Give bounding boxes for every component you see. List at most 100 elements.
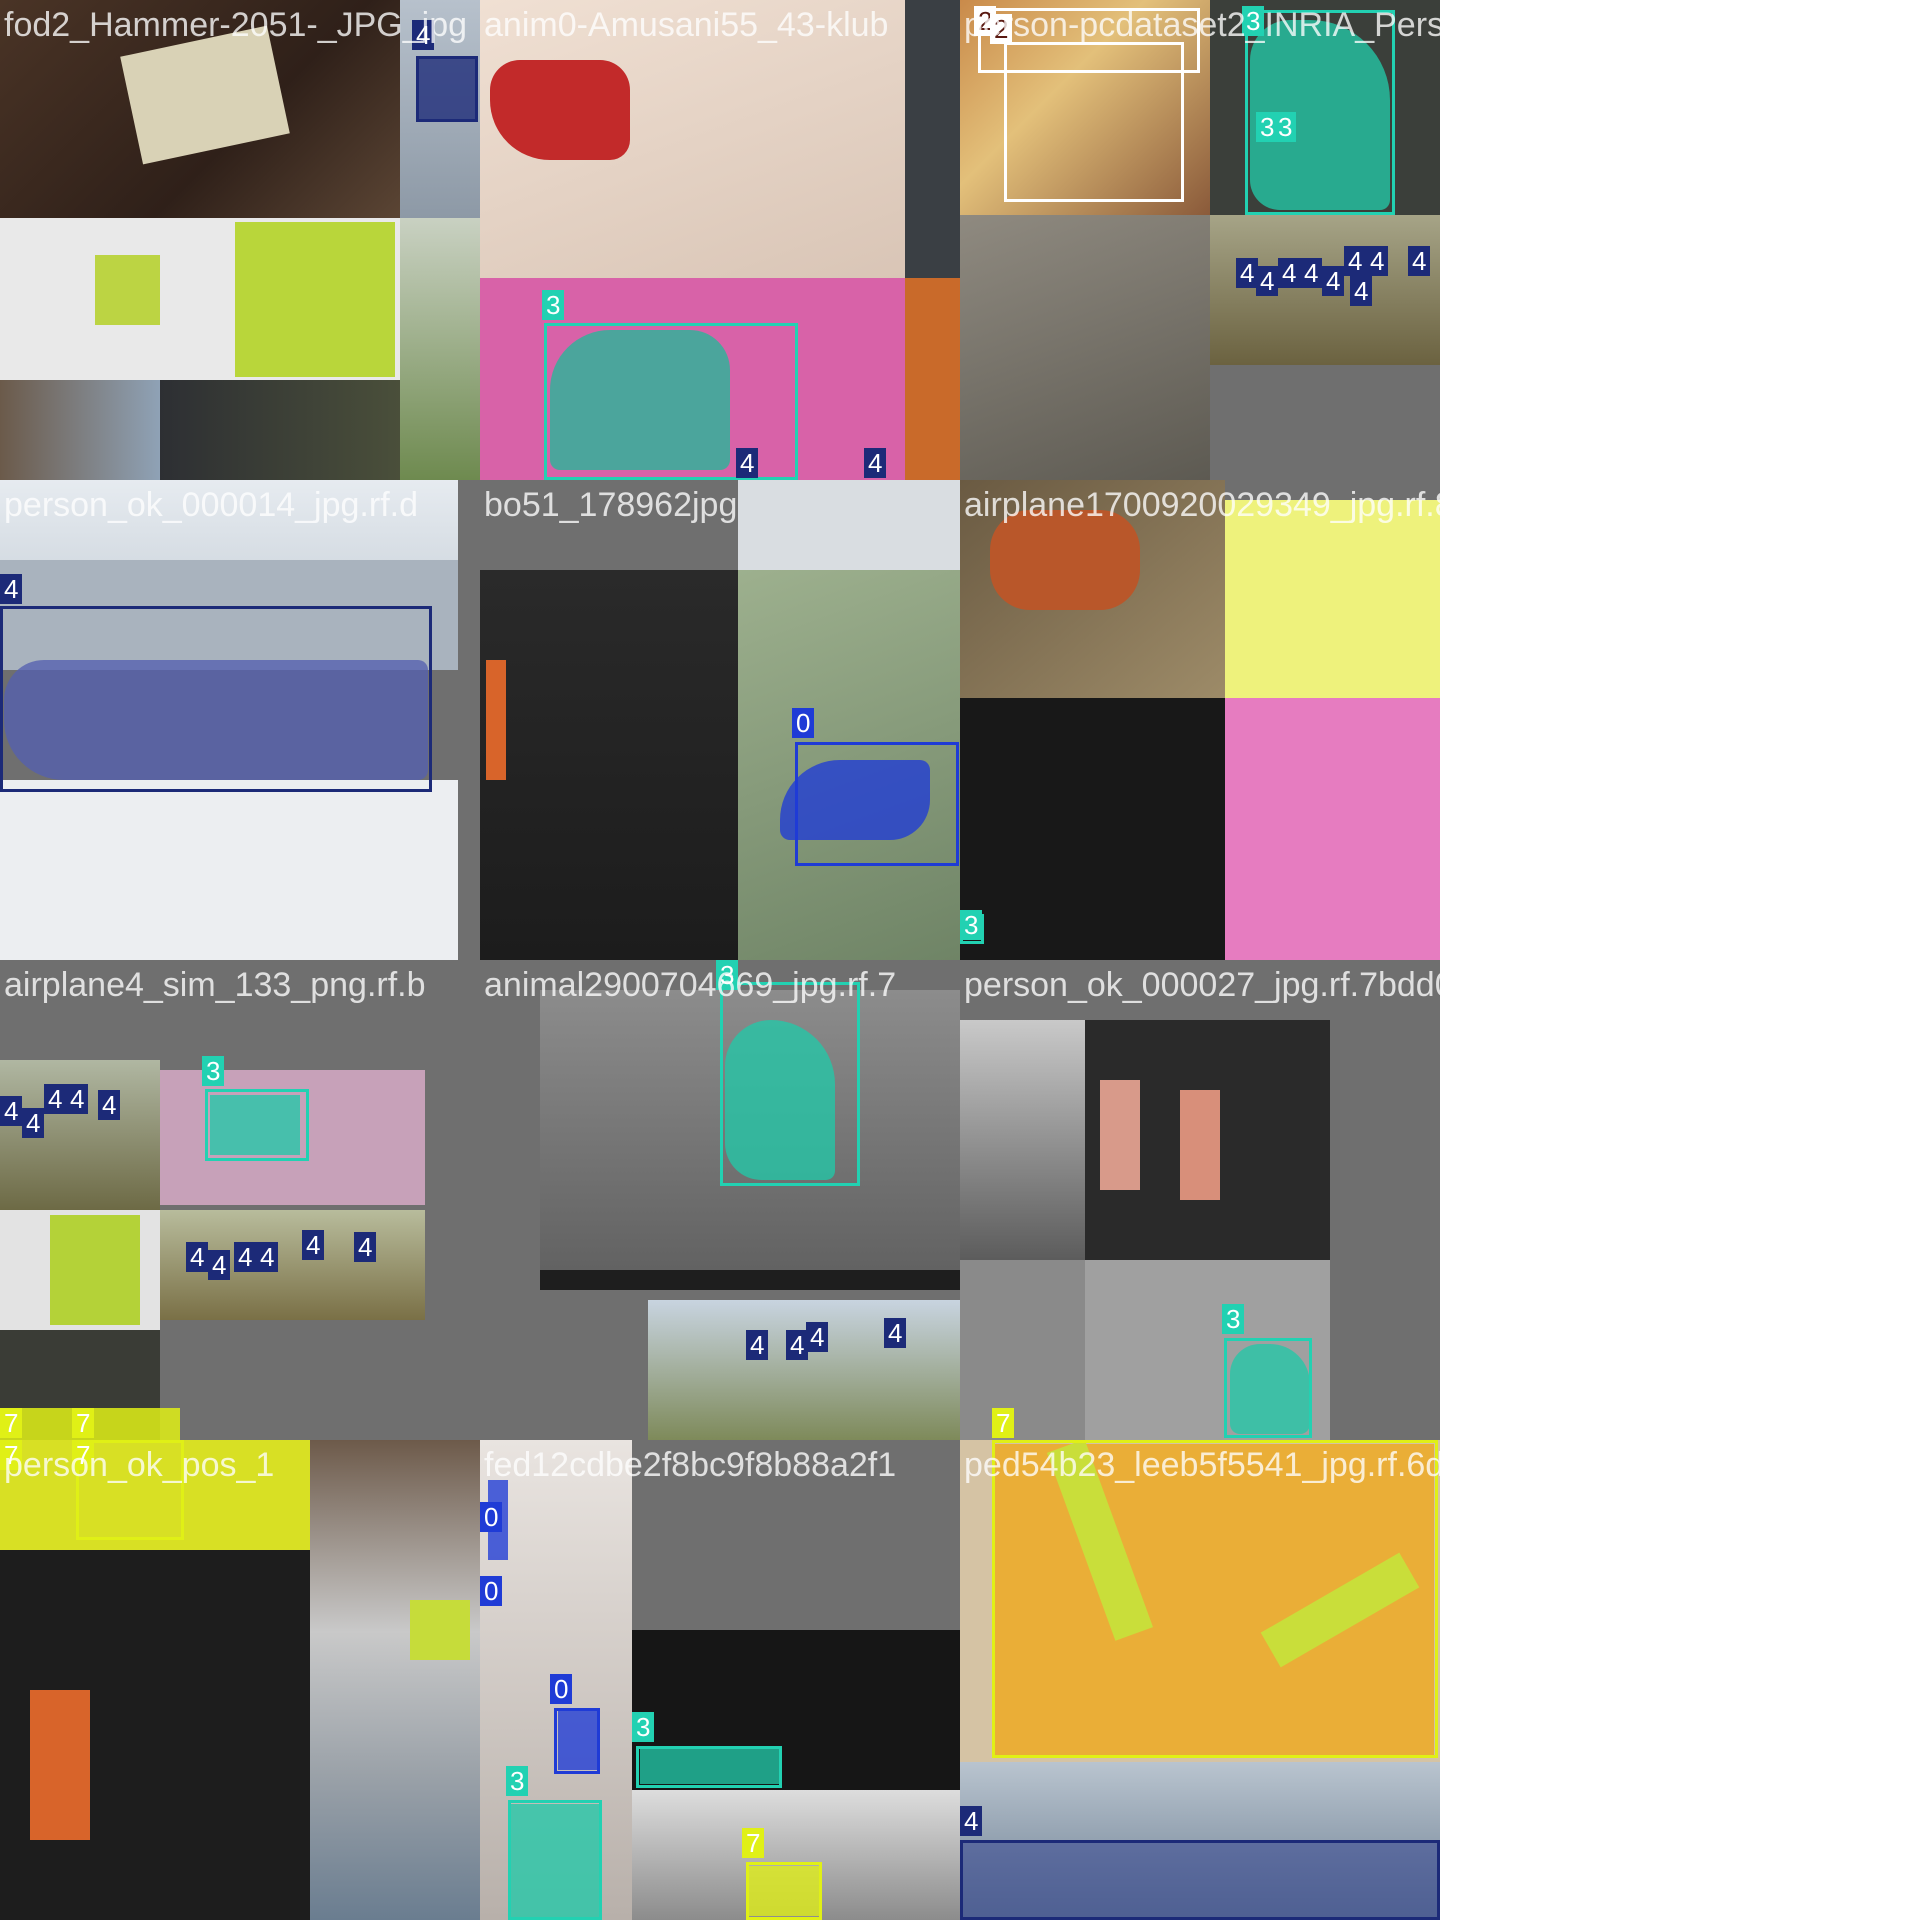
detection-7-label-b: 7 bbox=[72, 1440, 95, 1470]
detection-4-label-a: 4 bbox=[746, 1330, 769, 1360]
tile-9: 3 4 4 4 4 4 4 4 4 4 4 4 7 7 airplane4_si… bbox=[0, 960, 480, 1440]
photo-orange-vest-worker bbox=[486, 660, 506, 780]
photo-right-gray bbox=[458, 480, 480, 960]
tile-caption: bo51_178962jpg bbox=[484, 486, 738, 524]
detection-4-label-a: 4 bbox=[736, 448, 759, 478]
detection-0-label-a: 0 bbox=[480, 1502, 503, 1532]
detection-0-label: 0 bbox=[792, 708, 815, 738]
tile-14: 0 0 0 3 3 7 fed12cdbe2f8bc9f8b88a2f1 bbox=[480, 1440, 960, 1920]
tile-13: 7 7 person_ok_pos_1 bbox=[0, 1440, 480, 1920]
photo-vest-right bbox=[410, 1600, 470, 1660]
tile-10: 3 4 4 4 4 animal2900704669_jpg.rf.7 bbox=[480, 960, 960, 1440]
detection-4-label-e: 4 bbox=[98, 1090, 121, 1120]
detection-4-label-j: 4 bbox=[302, 1230, 325, 1260]
photo-worker-orange bbox=[990, 510, 1140, 610]
detection-7-label: 7 bbox=[992, 1408, 1015, 1438]
photo-group-workers bbox=[0, 380, 160, 480]
tile-7: 3 airplane1700920029349_jpg.rf.83a75f0f2… bbox=[960, 480, 1440, 960]
detection-3-label: 3 bbox=[202, 1056, 225, 1086]
detection-4-label-i: 4 bbox=[256, 1242, 279, 1272]
photo-snow-tarmac bbox=[0, 780, 458, 960]
photo-pink-snow bbox=[1225, 698, 1440, 960]
detection-4-label: 4 bbox=[0, 574, 23, 604]
tile-1: 4 fod2_Hammer-2051-_JPG_jpg bbox=[0, 0, 480, 480]
detection-3-box bbox=[1224, 1338, 1312, 1438]
detection-4-label-i: 4 bbox=[1408, 246, 1431, 276]
detection-7-label-a: 7 bbox=[0, 1440, 23, 1470]
photo-vest-yellow-b bbox=[50, 1215, 140, 1325]
detection-0-box bbox=[795, 742, 959, 866]
detection-mosaic: 4 fod2_Hammer-2051-_JPG_jpg 3 4 4 anim0-… bbox=[0, 0, 1920, 1920]
detection-2-box-b bbox=[1004, 42, 1184, 202]
tile-16 bbox=[1440, 1440, 1920, 1920]
detection-4-label-c: 4 bbox=[1278, 258, 1301, 288]
detection-4-label-h: 4 bbox=[1350, 276, 1373, 306]
photo-rebar-bw bbox=[960, 1260, 1085, 1440]
detection-4-label-c: 4 bbox=[806, 1322, 829, 1352]
detection-7-box bbox=[992, 1440, 1438, 1758]
detection-7-label-b: 7 bbox=[72, 1408, 95, 1438]
detection-3-label: 3 bbox=[960, 910, 983, 940]
detection-0-box bbox=[554, 1708, 600, 1774]
detection-4-label-b: 4 bbox=[864, 448, 887, 478]
photo-factory-workers bbox=[480, 570, 738, 960]
detection-0-label-c: 0 bbox=[550, 1674, 573, 1704]
detection-3-box-b bbox=[636, 1746, 782, 1788]
photo-grass bbox=[400, 218, 480, 480]
photo-airfield-c bbox=[648, 1300, 960, 1440]
detection-3-box bbox=[544, 323, 798, 480]
photo-airport-top bbox=[738, 480, 960, 570]
detection-4-box bbox=[960, 1840, 1440, 1920]
detection-4-label-e: 4 bbox=[1322, 266, 1345, 296]
detection-4-box bbox=[0, 606, 432, 792]
photo-helmet-worker bbox=[160, 380, 400, 480]
photo-red-boots bbox=[490, 60, 630, 160]
detection-3-label: 3 bbox=[1222, 1304, 1245, 1334]
tile-8 bbox=[1440, 480, 1920, 960]
detection-4-label-g: 4 bbox=[208, 1250, 231, 1280]
photo-dark-night bbox=[960, 698, 1225, 960]
tile-3: 2 2 3 3 3 4 4 4 4 4 4 4 4 4 person-pcdat… bbox=[960, 0, 1440, 480]
detection-7-label: 7 bbox=[742, 1828, 765, 1858]
tile-15: 4 ped54b23_leeb5f5541_jpg.rf.6d926b68d49… bbox=[960, 1440, 1440, 1920]
detection-3-label-c: 3 bbox=[1274, 112, 1297, 142]
photo-camera-caption-bar bbox=[540, 1270, 960, 1290]
tile-12 bbox=[1440, 960, 1920, 1440]
detection-4-box bbox=[416, 56, 478, 122]
tile-caption: airplane4_sim_133_png.rf.b bbox=[4, 966, 426, 1004]
detection-4-label-d: 4 bbox=[884, 1318, 907, 1348]
tile-6: 0 bo51_178962jpg bbox=[480, 480, 960, 960]
tile-2: 3 4 4 anim0-Amusani55_43-klub bbox=[480, 0, 960, 480]
detection-3-label: 3 bbox=[542, 290, 565, 320]
detection-4-label-a: 4 bbox=[0, 1096, 23, 1126]
detection-3-label: 3 bbox=[716, 960, 739, 990]
photo-right-collage bbox=[310, 1440, 480, 1920]
detection-3-label-a: 3 bbox=[506, 1766, 529, 1796]
detection-3-box-a bbox=[508, 1800, 602, 1920]
photo-worker-vest-pink bbox=[1100, 1080, 1140, 1190]
detection-4-label-h: 4 bbox=[234, 1242, 257, 1272]
tile-4 bbox=[1440, 0, 1920, 480]
photo-yellow-field bbox=[1225, 500, 1440, 698]
detection-4-label: 4 bbox=[960, 1806, 983, 1836]
detection-3-label-a: 3 bbox=[1242, 6, 1265, 36]
photo-orange-vest bbox=[30, 1690, 90, 1840]
photo-worker-vest-pink-b bbox=[1180, 1090, 1220, 1200]
detection-2-label-b: 2 bbox=[990, 14, 1013, 44]
detection-4-label-c: 4 bbox=[44, 1084, 67, 1114]
detection-3-box bbox=[205, 1089, 309, 1161]
detection-3-box bbox=[720, 982, 860, 1186]
detection-4-label-b: 4 bbox=[22, 1108, 45, 1138]
detection-4-label-k: 4 bbox=[354, 1232, 377, 1262]
tile-caption: person_ok_000027_jpg.rf.7bdd0e35716ec34f bbox=[964, 966, 1440, 1004]
detection-4-label-d: 4 bbox=[66, 1084, 89, 1114]
detection-4-label-b: 4 bbox=[1256, 266, 1279, 296]
detection-7-label-a: 7 bbox=[0, 1408, 23, 1438]
detection-4-label-g: 4 bbox=[1366, 246, 1389, 276]
tile-5: 4 person_ok_000014_jpg.rf.d bbox=[0, 480, 480, 960]
photo-dark-texture bbox=[905, 0, 960, 278]
detection-4-label-d: 4 bbox=[1300, 258, 1323, 288]
photo-vest-yellow bbox=[235, 222, 395, 377]
photo-orange-fur bbox=[905, 278, 960, 480]
detection-7-box bbox=[746, 1862, 822, 1920]
